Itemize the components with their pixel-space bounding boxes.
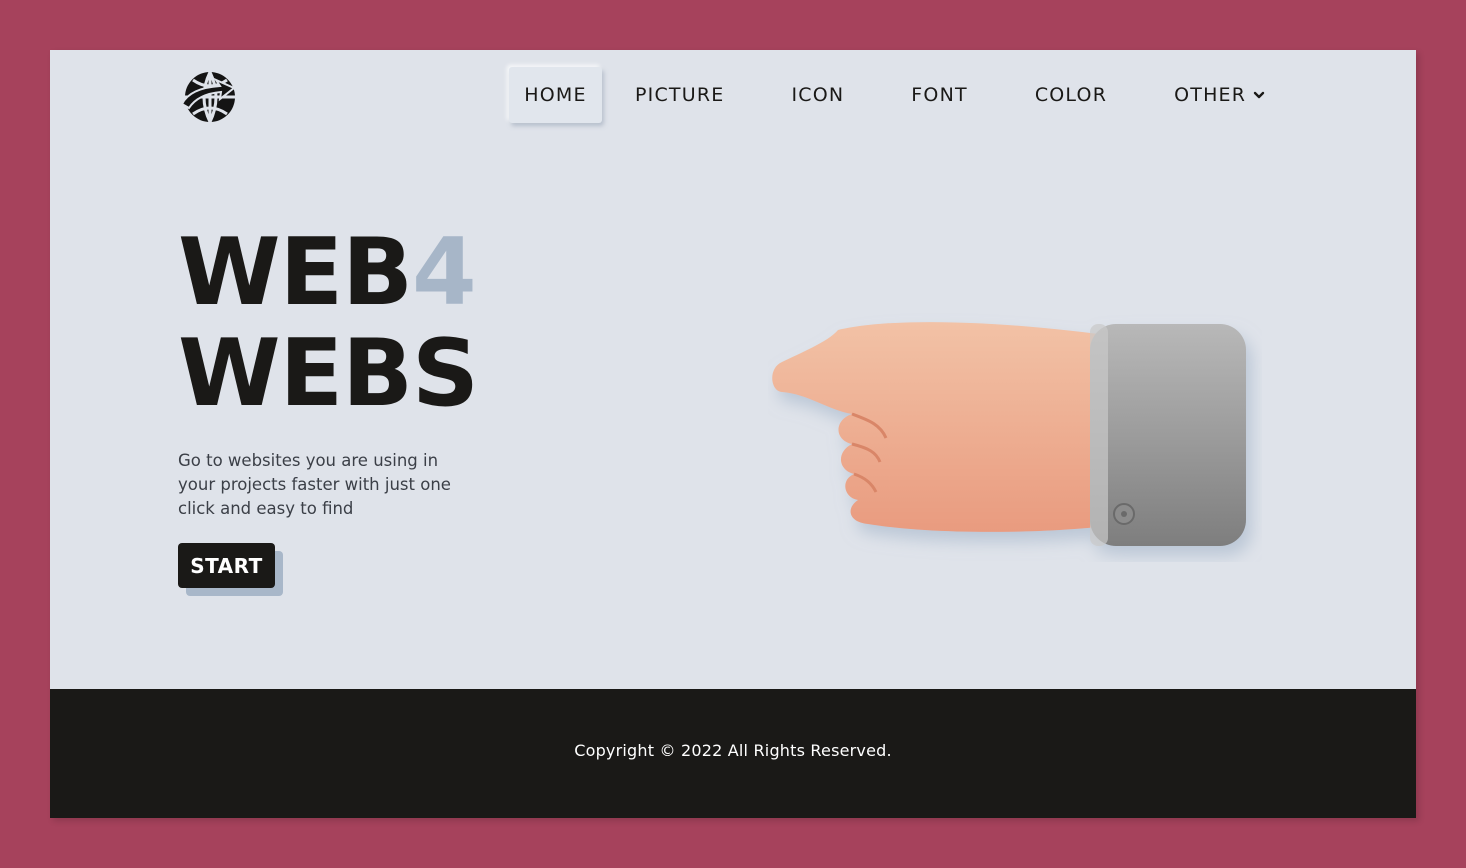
- nav-other-label: OTHER: [1174, 84, 1247, 106]
- start-button-wrap: START: [178, 543, 283, 596]
- nav-home[interactable]: HOME: [509, 67, 602, 123]
- nav-icon[interactable]: ICON: [791, 67, 844, 123]
- start-button[interactable]: START: [178, 543, 275, 588]
- main-nav: HOME PICTURE ICON FONT COLOR OTHER: [509, 67, 1265, 123]
- hero-title: WEB4 WEBS: [178, 222, 479, 427]
- hero-title-web: WEB: [178, 218, 413, 326]
- footer: Copyright © 2022 All Rights Reserved.: [50, 689, 1416, 818]
- chevron-down-icon: [1253, 91, 1265, 99]
- page-frame: HOME PICTURE ICON FONT COLOR OTHER WEB4 …: [50, 50, 1416, 818]
- hero-title-webs: WEBS: [178, 319, 479, 427]
- nav-picture[interactable]: PICTURE: [635, 67, 724, 123]
- hero-description: Go to websites you are using in your pro…: [178, 451, 451, 518]
- nav-font[interactable]: FONT: [911, 67, 968, 123]
- pointing-hand-illustration: [772, 322, 1246, 546]
- nav-other[interactable]: OTHER: [1174, 67, 1265, 123]
- nav-color[interactable]: COLOR: [1035, 67, 1107, 123]
- hero-title-accent: 4: [412, 218, 477, 326]
- globe-logo-icon[interactable]: [180, 68, 240, 126]
- copyright-text: Copyright © 2022 All Rights Reserved.: [574, 741, 892, 760]
